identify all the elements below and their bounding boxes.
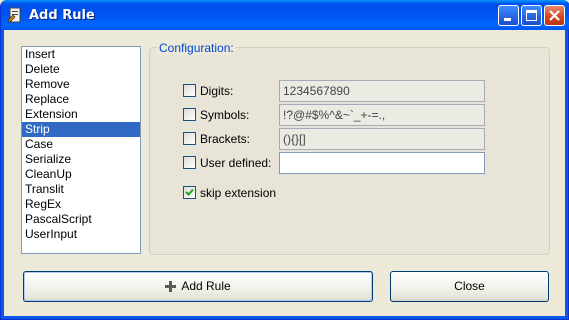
plus-icon (165, 281, 177, 293)
list-item[interactable]: CleanUp (22, 167, 140, 182)
title-bar[interactable]: Add Rule (1, 0, 569, 30)
user-defined-checkbox[interactable] (183, 156, 196, 169)
window-title: Add Rule (29, 8, 95, 23)
close-label: Close (454, 279, 485, 293)
configuration-label: Configuration: (157, 41, 236, 55)
skip-extension-checkbox[interactable] (183, 186, 196, 199)
add-rule-button[interactable]: Add Rule (23, 271, 373, 302)
list-item-selected[interactable]: Strip (22, 122, 140, 137)
add-rule-dialog: Add Rule Insert Delete Remove Replace Ex… (0, 0, 569, 320)
list-item[interactable]: Remove (22, 77, 140, 92)
list-item[interactable]: RegEx (22, 197, 140, 212)
close-window-button[interactable] (544, 5, 565, 26)
close-button[interactable]: Close (390, 271, 549, 302)
list-item[interactable]: Case (22, 137, 140, 152)
symbols-label: Symbols: (200, 108, 250, 122)
digits-checkbox[interactable] (183, 84, 196, 97)
list-item[interactable]: UserInput (22, 227, 140, 242)
list-item[interactable]: Delete (22, 62, 140, 77)
brackets-label: Brackets: (200, 132, 251, 146)
configuration-group (149, 47, 550, 255)
list-item[interactable]: PascalScript (22, 212, 140, 227)
list-item[interactable]: Serialize (22, 152, 140, 167)
skip-extension-label: skip extension (200, 186, 277, 200)
app-icon (7, 7, 21, 23)
digits-field[interactable]: 1234567890 (279, 80, 485, 102)
list-item[interactable]: Translit (22, 182, 140, 197)
rule-type-list[interactable]: Insert Delete Remove Replace Extension S… (21, 46, 141, 254)
maximize-button[interactable] (521, 5, 542, 26)
user-defined-label: User defined: (200, 156, 272, 170)
symbols-checkbox[interactable] (183, 108, 196, 121)
brackets-field[interactable]: (){}[] (279, 128, 485, 150)
add-rule-label: Add Rule (181, 279, 231, 293)
brackets-checkbox[interactable] (183, 132, 196, 145)
maximize-icon (526, 10, 537, 21)
list-item[interactable]: Extension (22, 107, 140, 122)
digits-label: Digits: (200, 84, 234, 98)
minimize-button[interactable] (498, 5, 519, 26)
list-item[interactable]: Replace (22, 92, 140, 107)
close-icon (549, 10, 560, 21)
checkmark-icon (185, 188, 194, 196)
symbols-field[interactable]: !?@#$%^&~`_+-=., (279, 104, 485, 126)
user-defined-field[interactable] (279, 152, 485, 174)
list-item[interactable]: Insert (22, 47, 140, 62)
minimize-icon (504, 18, 511, 21)
